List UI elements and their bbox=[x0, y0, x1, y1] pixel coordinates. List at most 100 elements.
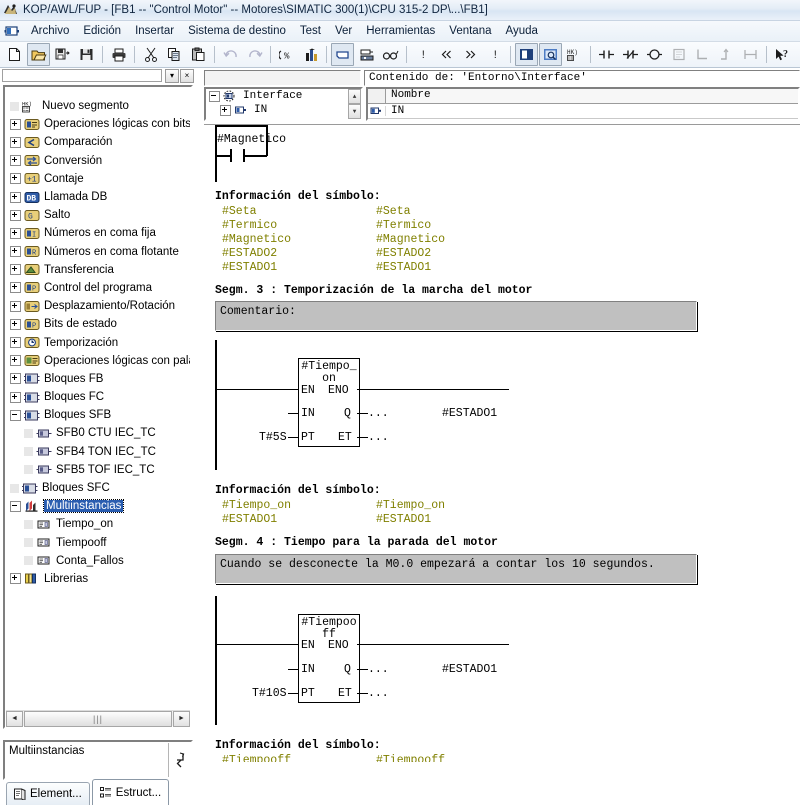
save-as-icon[interactable] bbox=[51, 43, 74, 66]
interface-tree-row-interface[interactable]: Interface bbox=[206, 89, 361, 103]
catalog-tree-item[interactable]: Comparación bbox=[6, 133, 190, 151]
menu-item-sistema-de-destino[interactable]: Sistema de destino bbox=[181, 23, 293, 39]
menu-item-ver[interactable]: Ver bbox=[328, 23, 359, 39]
catalog-tree-item[interactable]: Librerias bbox=[6, 570, 190, 588]
expand-icon[interactable] bbox=[10, 155, 21, 167]
catalog-combo[interactable] bbox=[2, 69, 162, 82]
tab-elementos[interactable]: Element... bbox=[6, 782, 90, 805]
catalog-tree-item[interactable]: Tiempooff bbox=[6, 534, 190, 552]
segment-3-comment[interactable]: Comentario: bbox=[215, 301, 697, 331]
catalog-tree-item[interactable]: Bloques FC bbox=[6, 388, 190, 406]
redo-icon[interactable] bbox=[243, 43, 266, 66]
expand-icon[interactable] bbox=[10, 227, 21, 239]
menu-item-test[interactable]: Test bbox=[293, 23, 328, 39]
error-next-icon[interactable] bbox=[459, 43, 482, 66]
expand-icon[interactable] bbox=[10, 173, 21, 185]
expand-icon[interactable] bbox=[10, 191, 21, 203]
help-pointer-icon[interactable]: ? bbox=[771, 43, 794, 66]
catalog-tree-item[interactable]: P Control del programa bbox=[6, 279, 190, 297]
scroll-down-icon[interactable]: ▼ bbox=[348, 104, 361, 119]
print-icon[interactable] bbox=[107, 43, 130, 66]
close-icon[interactable]: × bbox=[180, 68, 194, 83]
table-row[interactable]: IN bbox=[368, 104, 798, 119]
expand-icon[interactable] bbox=[10, 373, 21, 385]
copy-icon[interactable] bbox=[163, 43, 186, 66]
undo-icon[interactable] bbox=[219, 43, 242, 66]
save-icon[interactable] bbox=[75, 43, 98, 66]
catalog-tree-item[interactable]: SFB5 TOF IEC_TC bbox=[6, 461, 190, 479]
error-prev-icon[interactable] bbox=[435, 43, 458, 66]
scroll-up-icon[interactable]: ▲ bbox=[348, 89, 361, 104]
jump-to-icon[interactable] bbox=[169, 742, 191, 778]
segment-4-comment[interactable]: Cuando se desconecte la M0.0 empezará a … bbox=[215, 554, 697, 584]
expand-icon[interactable] bbox=[10, 246, 21, 258]
new-icon[interactable] bbox=[3, 43, 26, 66]
split-view-icon[interactable] bbox=[515, 43, 538, 66]
error-first-icon[interactable]: ! bbox=[411, 43, 434, 66]
empty-box-icon[interactable] bbox=[667, 43, 690, 66]
catalog-tree-item[interactable]: I Números en coma fija bbox=[6, 224, 190, 242]
branch-open-icon[interactable] bbox=[691, 43, 714, 66]
catalog-tree-item[interactable]: Temporización bbox=[6, 333, 190, 351]
catalog-tree-item[interactable]: Operaciones lógicas con palabra bbox=[6, 352, 190, 370]
catalog-tree-item[interactable]: DB Llamada DB bbox=[6, 188, 190, 206]
catalog-tree-item[interactable]: HK) Nuevo segmento bbox=[6, 97, 190, 115]
catalog-tree-item[interactable]: Conversión bbox=[6, 152, 190, 170]
contact-no-icon[interactable] bbox=[595, 43, 618, 66]
network-icon[interactable] bbox=[331, 43, 354, 66]
catalog-tree-item[interactable]: +1 Contaje bbox=[6, 170, 190, 188]
catalog-tree-item[interactable]: Tiempo_on bbox=[6, 515, 190, 533]
catalog-tree-item[interactable]: R Números en coma flotante bbox=[6, 243, 190, 261]
catalog-tree-item[interactable]: P Bits de estado bbox=[6, 315, 190, 333]
catalog-tree-item[interactable]: Bloques SFC bbox=[6, 479, 190, 497]
expand-icon[interactable] bbox=[10, 355, 21, 367]
expand-icon[interactable] bbox=[10, 573, 21, 585]
catalog-tree-item[interactable]: Multiinstancias bbox=[6, 497, 190, 515]
expand-icon[interactable] bbox=[10, 282, 21, 294]
expand-icon[interactable] bbox=[10, 337, 21, 349]
expand-icon[interactable] bbox=[10, 391, 21, 403]
catalog-tree-item[interactable]: Conta_Fallos bbox=[6, 552, 190, 570]
cut-icon[interactable] bbox=[139, 43, 162, 66]
expand-icon[interactable] bbox=[10, 300, 21, 312]
catalog-tree-item[interactable]: Desplazamiento/Rotación bbox=[6, 297, 190, 315]
collapse-icon[interactable] bbox=[10, 409, 21, 421]
paste-icon[interactable] bbox=[187, 43, 210, 66]
catalog-tree-item[interactable]: Operaciones lógicas con bits bbox=[6, 115, 190, 133]
zoom-preview-icon[interactable] bbox=[539, 43, 562, 66]
glasses-icon[interactable] bbox=[379, 43, 402, 66]
catalog-tree-item[interactable]: G Salto bbox=[6, 206, 190, 224]
expand-icon[interactable] bbox=[10, 318, 21, 330]
column-header-nombre[interactable]: Nombre bbox=[386, 89, 798, 103]
monitor-icon[interactable] bbox=[299, 43, 322, 66]
tab-estructura[interactable]: Estruct... bbox=[91, 779, 170, 805]
catalog-tree-item[interactable]: Bloques FB bbox=[6, 370, 190, 388]
catalog-hscrollbar[interactable]: ◄ ||| ► bbox=[6, 710, 190, 727]
interface-tree-row-in[interactable]: IN bbox=[206, 103, 361, 117]
collapse-icon[interactable] bbox=[209, 90, 220, 102]
collapse-icon[interactable] bbox=[10, 500, 21, 512]
connector-icon[interactable] bbox=[739, 43, 762, 66]
menu-item-archivo[interactable]: Archivo bbox=[24, 23, 76, 39]
catalog-tree-item[interactable]: SFB0 CTU IEC_TC bbox=[6, 424, 190, 442]
menu-item-ayuda[interactable]: Ayuda bbox=[499, 23, 545, 39]
catalog-tree-item[interactable]: Bloques SFB bbox=[6, 406, 190, 424]
expand-icon[interactable] bbox=[10, 209, 21, 221]
menu-item-insertar[interactable]: Insertar bbox=[128, 23, 181, 39]
expand-icon[interactable] bbox=[220, 104, 231, 116]
open-folder-icon[interactable] bbox=[27, 43, 50, 66]
menu-item-ventana[interactable]: Ventana bbox=[442, 23, 498, 39]
coil-icon[interactable] bbox=[643, 43, 666, 66]
program-canvas-wrap[interactable]: #Magnetico Información del símbolo: #Set… bbox=[204, 124, 800, 762]
scroll-thumb[interactable]: ||| bbox=[24, 710, 172, 727]
new-network-icon[interactable]: HK) bbox=[563, 43, 586, 66]
scroll-right-icon[interactable]: ► bbox=[173, 710, 190, 727]
branch-close-icon[interactable] bbox=[715, 43, 738, 66]
vertical-splitter[interactable] bbox=[196, 68, 204, 762]
expand-icon[interactable] bbox=[10, 264, 21, 276]
menu-item-herramientas[interactable]: Herramientas bbox=[359, 23, 442, 39]
menu-item-edicion[interactable]: Edición bbox=[76, 23, 128, 39]
download-plc-icon[interactable]: % bbox=[275, 43, 298, 66]
catalog-tree-item[interactable]: SFB4 TON IEC_TC bbox=[6, 443, 190, 461]
scroll-left-icon[interactable]: ◄ bbox=[6, 710, 23, 727]
